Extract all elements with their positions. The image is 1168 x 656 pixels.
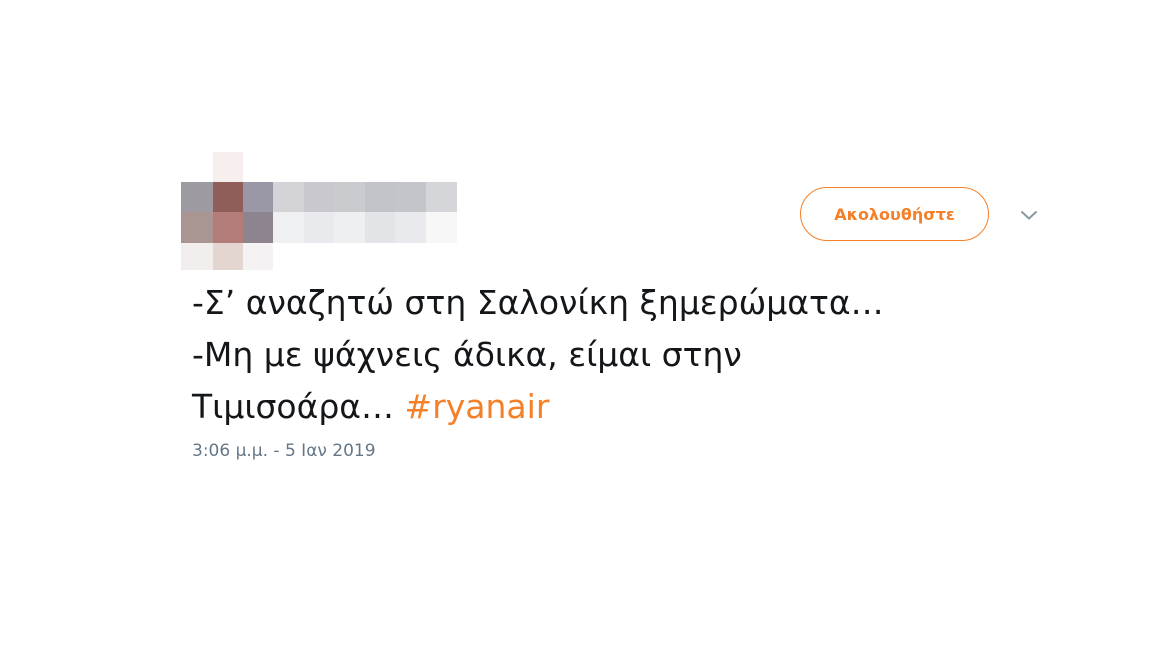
redacted-author xyxy=(181,152,457,270)
chevron-down-icon[interactable] xyxy=(1018,206,1040,224)
follow-button[interactable]: Ακολουθήστε xyxy=(800,187,989,241)
tweet-timestamp[interactable]: 3:06 μ.μ. - 5 Ιαν 2019 xyxy=(192,441,376,461)
tweet-text: -Σ’ αναζητώ στη Σαλονίκη ξημερώματα… -Μη… xyxy=(192,277,1012,433)
tweet-text-line: Τιμισοάρα… #ryanair xyxy=(192,381,1012,433)
tweet-text-line: -Σ’ αναζητώ στη Σαλονίκη ξημερώματα… xyxy=(192,283,884,322)
tweet-text-segment: Τιμισοάρα… xyxy=(192,387,395,426)
hashtag-link[interactable]: #ryanair xyxy=(405,387,550,426)
avatar[interactable] xyxy=(181,152,273,270)
tweet-text-line: -Μη με ψάχνεις άδικα, είμαι στην xyxy=(192,335,742,374)
tweet-embed: Ακολουθήστε -Σ’ αναζητώ στη Σαλονίκη ξημ… xyxy=(0,0,1168,656)
user-name[interactable] xyxy=(273,182,457,243)
